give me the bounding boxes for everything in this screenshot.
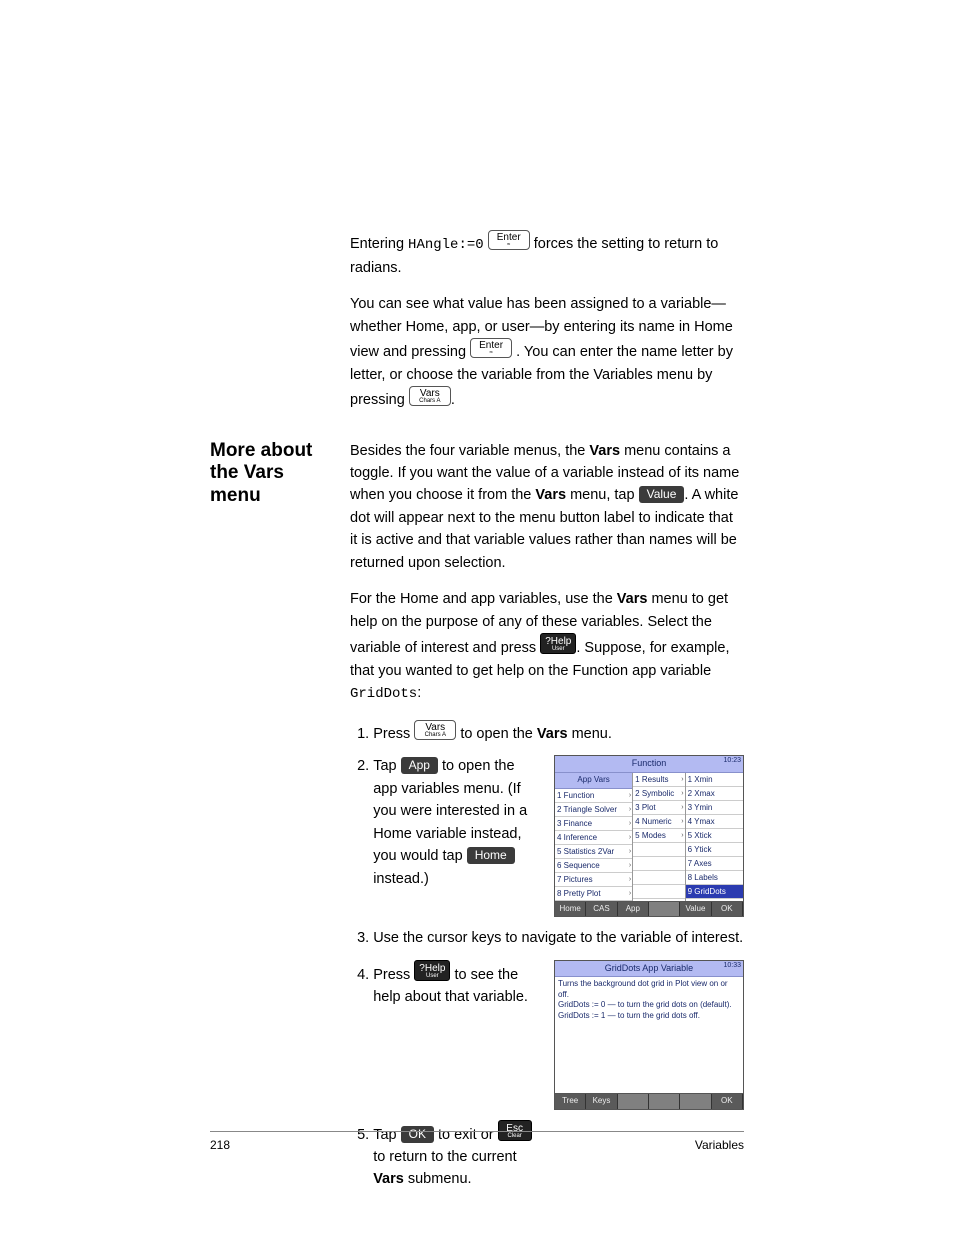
- list-item: [633, 843, 684, 857]
- section-p2: For the Home and app variables, use the …: [350, 588, 744, 706]
- enter-key-icon: Enter≈: [488, 230, 530, 250]
- ss1-titlebar: Function 10:23: [555, 756, 743, 773]
- help-line: GridDots := 0 — to turn the grid dots on…: [558, 1000, 740, 1010]
- softkey-blank: [618, 1094, 649, 1108]
- softkey: Tree: [555, 1094, 586, 1108]
- list-item: [633, 885, 684, 899]
- softkey-blank: [649, 1094, 680, 1108]
- list-item: [633, 857, 684, 871]
- list-item: 6 Ytick: [686, 843, 743, 857]
- list-item: 1 Xmin: [686, 773, 743, 787]
- list-item: 5 Statistics 2Var›: [555, 845, 632, 859]
- list-item: 4 Numeric›: [633, 815, 684, 829]
- enter-key-icon: Enter≈: [470, 338, 512, 358]
- screenshot-help-griddots: GridDots App Variable 10:33 Turns the ba…: [554, 960, 744, 1110]
- code-hangle: HAngle:=0: [408, 237, 484, 253]
- app-softbutton-icon: App: [401, 757, 438, 774]
- list-item: 1 Results›: [633, 773, 684, 787]
- step-5: Tap OK to exit or EscClear to return to …: [373, 1120, 533, 1191]
- list-item: 1 Function›: [555, 789, 632, 803]
- manual-page: Entering HAngle:=0 Enter≈ forces the set…: [0, 0, 954, 1235]
- softkey: Keys: [586, 1094, 617, 1108]
- softkey: OK: [712, 1094, 743, 1108]
- text: .: [451, 392, 455, 408]
- list-item-selected: 9 GridDots: [686, 885, 743, 899]
- softkey-blank: [649, 902, 680, 916]
- step-2: Tap App to open the app variables menu. …: [373, 755, 744, 917]
- ss2-titlebar: GridDots App Variable 10:33: [555, 961, 743, 978]
- list-item: [633, 871, 684, 885]
- list-item: 8 Labels: [686, 871, 743, 885]
- chapter-name: Variables: [695, 1136, 744, 1155]
- section-more-about-vars: More about the Vars menu Besides the fou…: [210, 440, 744, 1201]
- list-item: 5 Modes›: [633, 829, 684, 843]
- softkey: CAS: [586, 902, 617, 916]
- help-key-icon: ?HelpUser: [540, 633, 576, 654]
- ss1-softkey-row: Home CAS App Value OK: [555, 901, 743, 916]
- ss2-softkey-row: Tree Keys OK: [555, 1093, 743, 1108]
- screenshot-vars-menu: Function 10:23 App Vars 1 Function› 2 Tr…: [554, 755, 744, 917]
- list-item: 2 Symbolic›: [633, 787, 684, 801]
- list-item: 2 Triangle Solver›: [555, 803, 632, 817]
- list-item: 4 Inference›: [555, 831, 632, 845]
- ss2-help-body: Turns the background dot grid in Plot vi…: [555, 977, 743, 1093]
- softkey: OK: [712, 902, 743, 916]
- section-heading: More about the Vars menu: [210, 440, 332, 508]
- help-line: Turns the background dot grid in Plot vi…: [558, 979, 740, 1000]
- intro-p2: You can see what value has been assigned…: [350, 293, 744, 411]
- page-number: 218: [210, 1136, 230, 1155]
- list-item: 4 Ymax: [686, 815, 743, 829]
- help-line: GridDots := 1 — to turn the grid dots of…: [558, 1011, 740, 1021]
- softkey-blank: [680, 1094, 711, 1108]
- value-softbutton-icon: Value: [639, 486, 685, 503]
- softkey: Value: [680, 902, 711, 916]
- softkey: Home: [555, 902, 586, 916]
- help-key-icon: ?HelpUser: [414, 960, 450, 981]
- ss1-time: 10:23: [723, 756, 741, 767]
- step-1: Press VarsChars A to open the Vars menu.: [373, 720, 744, 745]
- code-griddots: GridDots: [350, 686, 417, 702]
- list-item: 3 Ymin: [686, 801, 743, 815]
- list-item: 7 Axes: [686, 857, 743, 871]
- page-footer: 218 Variables: [210, 1131, 744, 1155]
- intro-p1: Entering HAngle:=0 Enter≈ forces the set…: [350, 230, 744, 279]
- intro-block: Entering HAngle:=0 Enter≈ forces the set…: [210, 230, 744, 426]
- ss1-col1-header: App Vars: [555, 773, 632, 788]
- softkey: App: [618, 902, 649, 916]
- steps-list: Press VarsChars A to open the Vars menu.…: [350, 720, 744, 1191]
- vars-key-icon: VarsChars A: [414, 720, 456, 740]
- list-item: 7 Pictures›: [555, 873, 632, 887]
- vars-key-icon: VarsChars A: [409, 386, 451, 406]
- home-softbutton-icon: Home: [467, 847, 515, 864]
- list-item: 3 Plot›: [633, 801, 684, 815]
- step-4: Press ?HelpUser to see the help about th…: [373, 960, 744, 1110]
- list-item: 5 Xtick: [686, 829, 743, 843]
- text: Entering: [350, 236, 408, 252]
- ss2-time: 10:33: [723, 961, 741, 972]
- section-p1: Besides the four variable menus, the Var…: [350, 440, 744, 575]
- list-item: 2 Xmax: [686, 787, 743, 801]
- list-item: 6 Sequence›: [555, 859, 632, 873]
- list-item: 3 Finance›: [555, 817, 632, 831]
- step-3: Use the cursor keys to navigate to the v…: [373, 927, 744, 949]
- list-item: 8 Pretty Plot›: [555, 887, 632, 901]
